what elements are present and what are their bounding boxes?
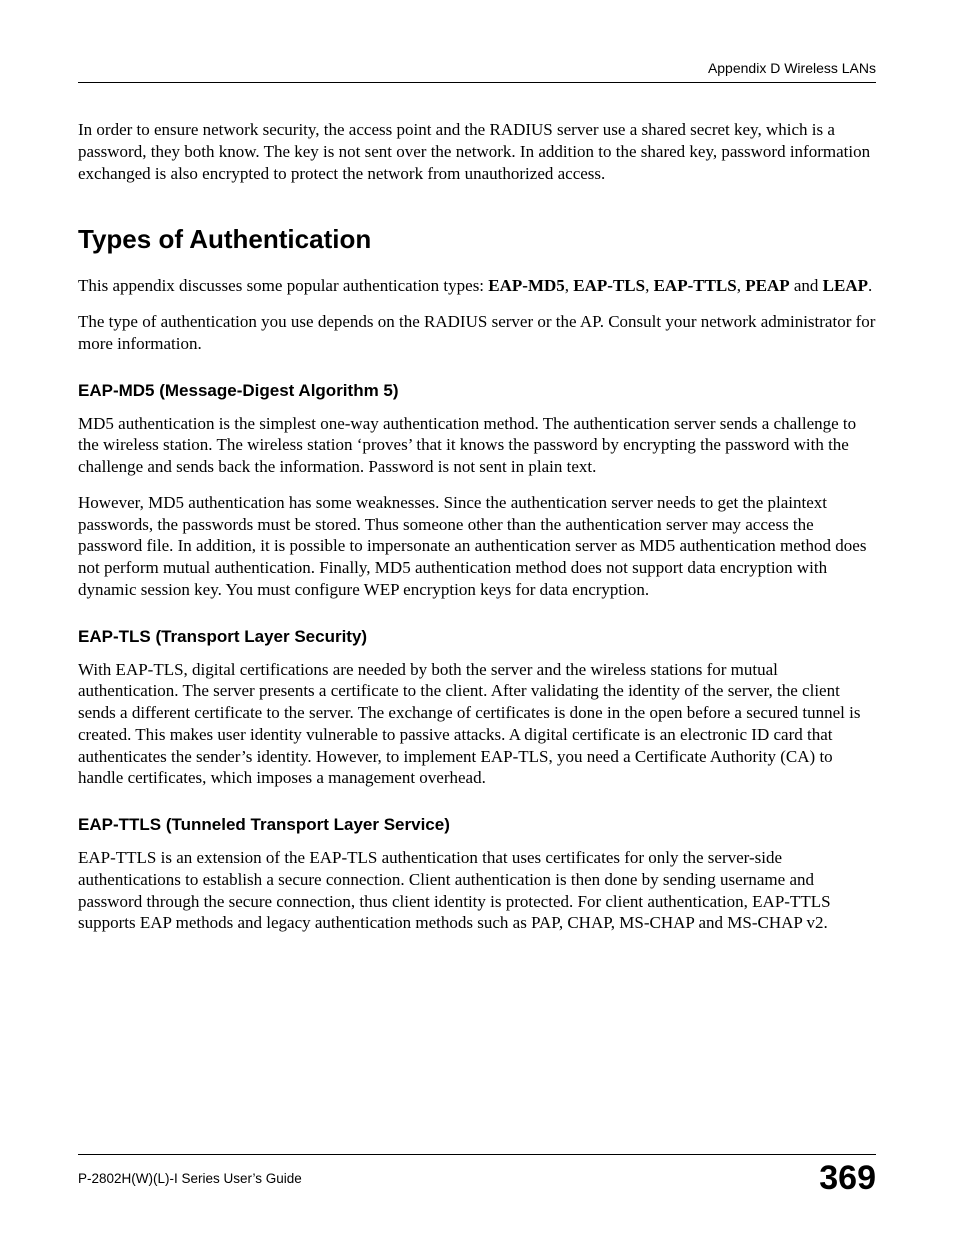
eap-tls-heading: EAP-TLS (Transport Layer Security) [78, 627, 876, 647]
type-peap: PEAP [745, 276, 789, 295]
type-eap-ttls: EAP-TTLS [654, 276, 737, 295]
type-eap-md5: EAP-MD5 [488, 276, 564, 295]
types-paragraph: This appendix discusses some popular aut… [78, 275, 876, 297]
eap-ttls-p1: EAP-TTLS is an extension of the EAP-TLS … [78, 847, 876, 934]
eap-tls-p1: With EAP-TLS, digital certifications are… [78, 659, 876, 790]
eap-md5-heading: EAP-MD5 (Message-Digest Algorithm 5) [78, 381, 876, 401]
type-eap-tls: EAP-TLS [573, 276, 645, 295]
depends-paragraph: The type of authentication you use depen… [78, 311, 876, 355]
eap-md5-p2: However, MD5 authentication has some wea… [78, 492, 876, 601]
page-container: Appendix D Wireless LANs In order to ens… [0, 0, 954, 1235]
eap-ttls-heading: EAP-TTLS (Tunneled Transport Layer Servi… [78, 815, 876, 835]
footer-guide-title: P-2802H(W)(L)-I Series User’s Guide [78, 1161, 302, 1186]
types-prefix: This appendix discusses some popular aut… [78, 276, 488, 295]
eap-md5-p1: MD5 authentication is the simplest one-w… [78, 413, 876, 478]
section-title: Types of Authentication [78, 224, 876, 255]
footer-page-number: 369 [819, 1161, 876, 1195]
intro-paragraph: In order to ensure network security, the… [78, 119, 876, 184]
page-footer: P-2802H(W)(L)-I Series User’s Guide 369 [78, 1154, 876, 1195]
type-leap: LEAP [823, 276, 868, 295]
page-header: Appendix D Wireless LANs [78, 60, 876, 83]
appendix-label: Appendix D Wireless LANs [708, 60, 876, 76]
